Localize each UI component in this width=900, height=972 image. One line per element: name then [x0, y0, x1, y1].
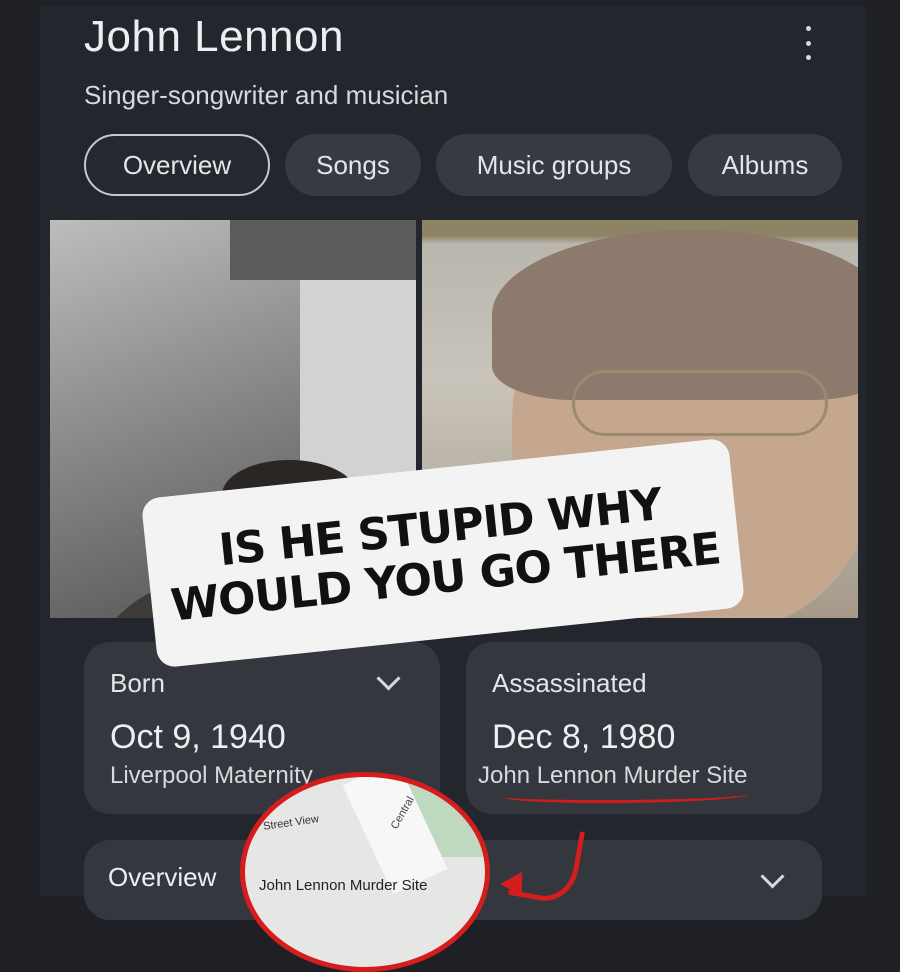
chevron-down-icon[interactable]: [760, 864, 785, 889]
street-view-label: Street View: [262, 813, 320, 833]
overview-section-label: Overview: [108, 862, 217, 892]
born-label: Born: [110, 668, 165, 698]
tab-label: Overview: [122, 149, 232, 180]
tab-overview[interactable]: Overview: [84, 134, 270, 196]
page-subtitle: Singer-songwriter and musician: [84, 80, 449, 110]
tab-songs[interactable]: Songs: [285, 134, 421, 196]
page-title: John Lennon: [84, 12, 344, 61]
assassinated-place[interactable]: John Lennon Murder Site: [478, 762, 748, 790]
map-pin-label: John Lennon Murder Site: [259, 877, 428, 894]
tab-albums[interactable]: Albums: [688, 134, 842, 196]
map-inset-annotation: Street View Central John Lennon Murder S…: [240, 772, 490, 972]
tab-label: Albums: [721, 149, 809, 180]
chevron-down-icon[interactable]: [376, 666, 401, 691]
more-options-icon[interactable]: [798, 26, 818, 60]
assassinated-date: Dec 8, 1980: [492, 718, 676, 756]
tab-label: Music groups: [476, 149, 632, 180]
tab-music-groups[interactable]: Music groups: [436, 134, 672, 196]
tab-label: Songs: [316, 149, 390, 180]
born-date: Oct 9, 1940: [110, 718, 286, 756]
red-arrowhead: [500, 872, 522, 896]
assassinated-label: Assassinated: [492, 668, 647, 698]
